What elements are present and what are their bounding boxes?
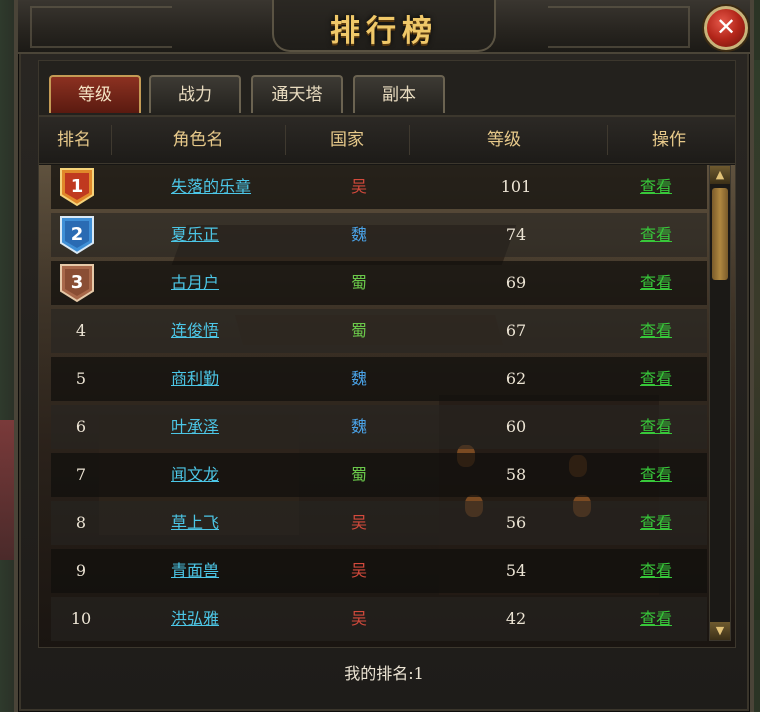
view-button[interactable]: 查看 [640, 177, 672, 196]
table-header: 排名 角色名 国家 等级 操作 [39, 117, 735, 164]
tab-dungeon[interactable]: 副本 [353, 75, 445, 113]
player-level: 42 [505, 609, 527, 628]
header-separator [285, 125, 286, 155]
table-row: 8 草上飞 吴 56 查看 [51, 501, 707, 545]
header-rank: 排名 [57, 130, 91, 150]
tab-tower[interactable]: 通天塔 [251, 75, 343, 113]
player-level: 69 [505, 273, 527, 292]
header-operation: 操作 [652, 130, 686, 150]
rank-number: 9 [75, 561, 87, 580]
tab-power[interactable]: 战力 [149, 75, 241, 113]
table-body: 1 失落的乐章 吴 101 查看 2 夏乐正 魏 74 查看 3 古月户 蜀 6… [51, 165, 707, 645]
player-name-link[interactable]: 草上飞 [171, 513, 219, 532]
game-scene-left-edge [0, 420, 14, 560]
country-wu: 吴 [350, 561, 367, 580]
rank-number: 6 [75, 417, 87, 436]
country-shu: 蜀 [350, 273, 367, 292]
silver-rank-medal-icon: 2 [60, 216, 94, 255]
player-name-link[interactable]: 叶承泽 [171, 417, 219, 436]
tab-bar: 等级 战力 通天塔 副本 [38, 60, 736, 116]
table-row: 3 古月户 蜀 69 查看 [51, 261, 707, 305]
header-separator [607, 125, 608, 155]
player-level: 62 [505, 369, 527, 388]
view-button[interactable]: 查看 [640, 273, 672, 292]
rank-number: 5 [75, 369, 87, 388]
close-button[interactable]: ✕ [704, 6, 748, 50]
table-row: 6 叶承泽 魏 60 查看 [51, 405, 707, 449]
view-button[interactable]: 查看 [640, 225, 672, 244]
my-rank-label: 我的排名:1 [344, 664, 424, 683]
title-ornament-right [548, 6, 690, 48]
header-country: 国家 [330, 130, 364, 150]
country-wei: 魏 [350, 417, 367, 436]
player-name-link[interactable]: 商利勤 [171, 369, 219, 388]
player-name-link[interactable]: 青面兽 [171, 561, 219, 580]
header-level: 等级 [487, 130, 521, 150]
country-shu: 蜀 [350, 321, 367, 340]
view-button[interactable]: 查看 [640, 513, 672, 532]
rank-number: 4 [75, 321, 87, 340]
country-wu: 吴 [350, 513, 367, 532]
table-row: 9 青面兽 吴 54 查看 [51, 549, 707, 593]
bronze-rank-medal-icon: 3 [60, 264, 94, 303]
table-row: 5 商利勤 魏 62 查看 [51, 357, 707, 401]
table-row: 7 闻文龙 蜀 58 查看 [51, 453, 707, 497]
player-name-link[interactable]: 闻文龙 [171, 465, 219, 484]
table-row: 1 失落的乐章 吴 101 查看 [51, 165, 707, 209]
table-row: 2 夏乐正 魏 74 查看 [51, 213, 707, 257]
player-level: 58 [505, 465, 527, 484]
ranking-window: 排行榜 ✕ 等级 战力 通天塔 副本 排名 角色名 国家 等级 操作 1 失落的… [14, 0, 754, 712]
player-name-link[interactable]: 连俊悟 [171, 321, 219, 340]
country-wei: 魏 [350, 369, 367, 388]
medal-number: 2 [71, 224, 84, 245]
table-row: 10 洪弘雅 吴 42 查看 [51, 597, 707, 641]
view-button[interactable]: 查看 [640, 417, 672, 436]
player-level: 60 [505, 417, 527, 436]
scroll-down-icon[interactable]: ▼ [710, 622, 730, 640]
table-row: 4 连俊悟 蜀 67 查看 [51, 309, 707, 353]
player-name-link[interactable]: 古月户 [171, 273, 219, 292]
title-plate: 排行榜 [272, 0, 496, 52]
player-name-link[interactable]: 夏乐正 [171, 225, 219, 244]
header-separator [111, 125, 112, 155]
player-level: 56 [505, 513, 527, 532]
view-button[interactable]: 查看 [640, 321, 672, 340]
title-bar: 排行榜 ✕ [18, 0, 750, 54]
close-icon: ✕ [715, 13, 737, 41]
country-shu: 蜀 [350, 465, 367, 484]
scroll-up-icon[interactable]: ▲ [710, 166, 730, 184]
country-wei: 魏 [350, 225, 367, 244]
player-name-link[interactable]: 失落的乐章 [171, 177, 251, 196]
tab-level[interactable]: 等级 [49, 75, 141, 113]
country-wu: 吴 [350, 177, 367, 196]
player-level: 101 [500, 177, 532, 196]
player-level: 54 [505, 561, 527, 580]
scrollbar[interactable]: ▲ ▼ [709, 165, 731, 641]
window-title: 排行榜 [330, 14, 438, 49]
header-name: 角色名 [172, 130, 224, 150]
player-level: 67 [505, 321, 527, 340]
player-level: 74 [505, 225, 527, 244]
view-button[interactable]: 查看 [640, 561, 672, 580]
view-button[interactable]: 查看 [640, 465, 672, 484]
country-wu: 吴 [350, 609, 367, 628]
rank-number: 8 [75, 513, 87, 532]
header-separator [409, 125, 410, 155]
ranking-table: 排名 角色名 国家 等级 操作 1 失落的乐章 吴 101 查看 2 夏乐正 魏… [38, 116, 736, 648]
scroll-thumb[interactable] [712, 188, 728, 280]
view-button[interactable]: 查看 [640, 369, 672, 388]
medal-number: 3 [71, 272, 84, 293]
rank-number: 10 [70, 609, 92, 628]
medal-number: 1 [71, 176, 84, 197]
title-ornament-left [30, 6, 172, 48]
gold-rank-medal-icon: 1 [60, 168, 94, 207]
rank-number: 7 [75, 465, 87, 484]
view-button[interactable]: 查看 [640, 609, 672, 628]
player-name-link[interactable]: 洪弘雅 [171, 609, 219, 628]
